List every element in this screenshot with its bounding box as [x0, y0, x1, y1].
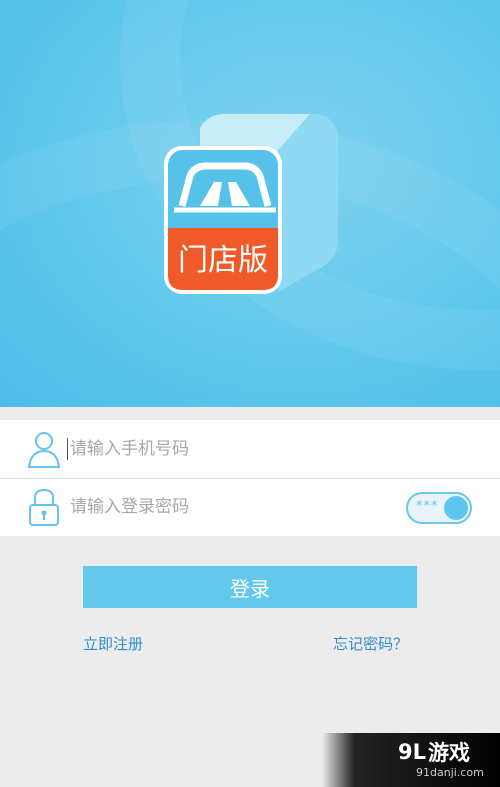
- watermark-brand: 游戏: [428, 741, 470, 765]
- phone-row: [0, 420, 500, 479]
- watermark-prefix: 9L: [398, 740, 426, 764]
- watermark-site: 91danji.com: [416, 766, 484, 779]
- toggle-dots: ***: [416, 499, 439, 514]
- password-input[interactable]: [68, 486, 392, 528]
- forgot-password-link[interactable]: 忘记密码？: [333, 633, 408, 654]
- password-visibility-toggle[interactable]: ***: [406, 492, 472, 524]
- phone-input[interactable]: [68, 428, 392, 470]
- user-icon: [27, 432, 61, 468]
- lock-icon: [29, 488, 59, 526]
- login-button[interactable]: 登录: [83, 566, 417, 608]
- login-form: ***: [0, 420, 500, 536]
- hero-banner: 门店版: [0, 0, 500, 407]
- watermark-logo: 9L 游戏: [398, 737, 498, 767]
- app-logo: 门店版: [164, 114, 338, 294]
- password-row: ***: [0, 478, 500, 536]
- register-link[interactable]: 立即注册: [83, 633, 143, 654]
- toggle-knob: [444, 496, 468, 520]
- logo-badge-text: 门店版: [178, 243, 268, 278]
